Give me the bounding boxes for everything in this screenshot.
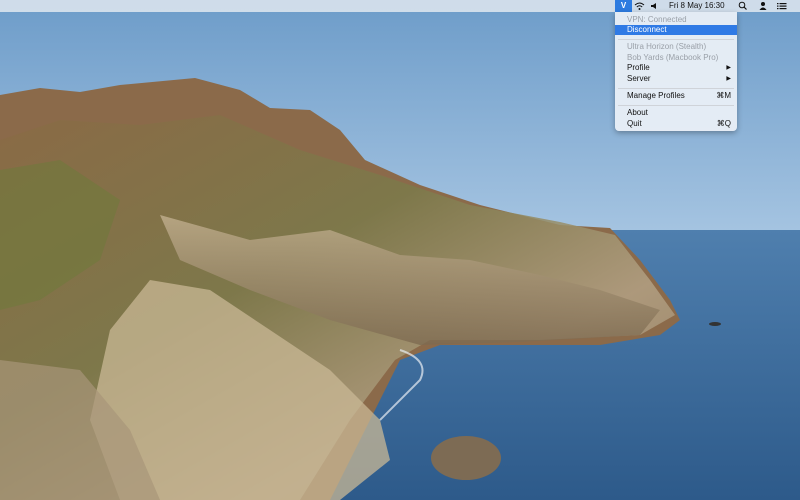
menu-bar: V Fri 8 May 16:30 [0,0,800,12]
quit-shortcut: ⌘Q [716,119,731,128]
magnifier-icon[interactable] [738,0,748,12]
menu-separator [618,105,734,106]
server-label: Server [627,74,651,83]
profile-label: Profile [627,63,650,72]
quit-label: Quit [627,119,642,128]
manage-profiles-shortcut: ⌘M [716,91,731,100]
submenu-arrow-icon: ▶ [726,65,731,71]
profile-menu-item[interactable]: Profile ▶ [615,63,737,73]
speaker-icon[interactable] [650,0,658,12]
shield-v-icon: V [620,1,627,10]
quit-menu-item[interactable]: Quit ⌘Q [615,119,737,129]
submenu-arrow-icon: ▶ [726,76,731,82]
profile-name-label: Ultra Horizon (Stealth) [627,42,707,51]
disconnect-menu-item[interactable]: Disconnect [615,25,737,35]
user-icon[interactable] [758,0,768,12]
about-menu-item[interactable]: About [615,108,737,118]
vpn-status-label: VPN: Connected [627,15,687,24]
vpn-status-button[interactable]: V [615,0,632,12]
server-menu-item[interactable]: Server ▶ [615,74,737,84]
list-icon[interactable] [776,0,788,12]
device-name-label: Bob Yards (Macbook Pro) [627,53,719,62]
manage-profiles-menu-item[interactable]: Manage Profiles ⌘M [615,91,737,101]
vpn-dropdown-menu: VPN: Connected Disconnect Ultra Horizon … [615,12,737,131]
wifi-icon[interactable] [634,0,646,12]
manage-profiles-label: Manage Profiles [627,91,685,100]
menu-separator [618,39,734,40]
clock[interactable]: Fri 8 May 16:30 [669,0,725,12]
menu-separator [618,88,734,89]
